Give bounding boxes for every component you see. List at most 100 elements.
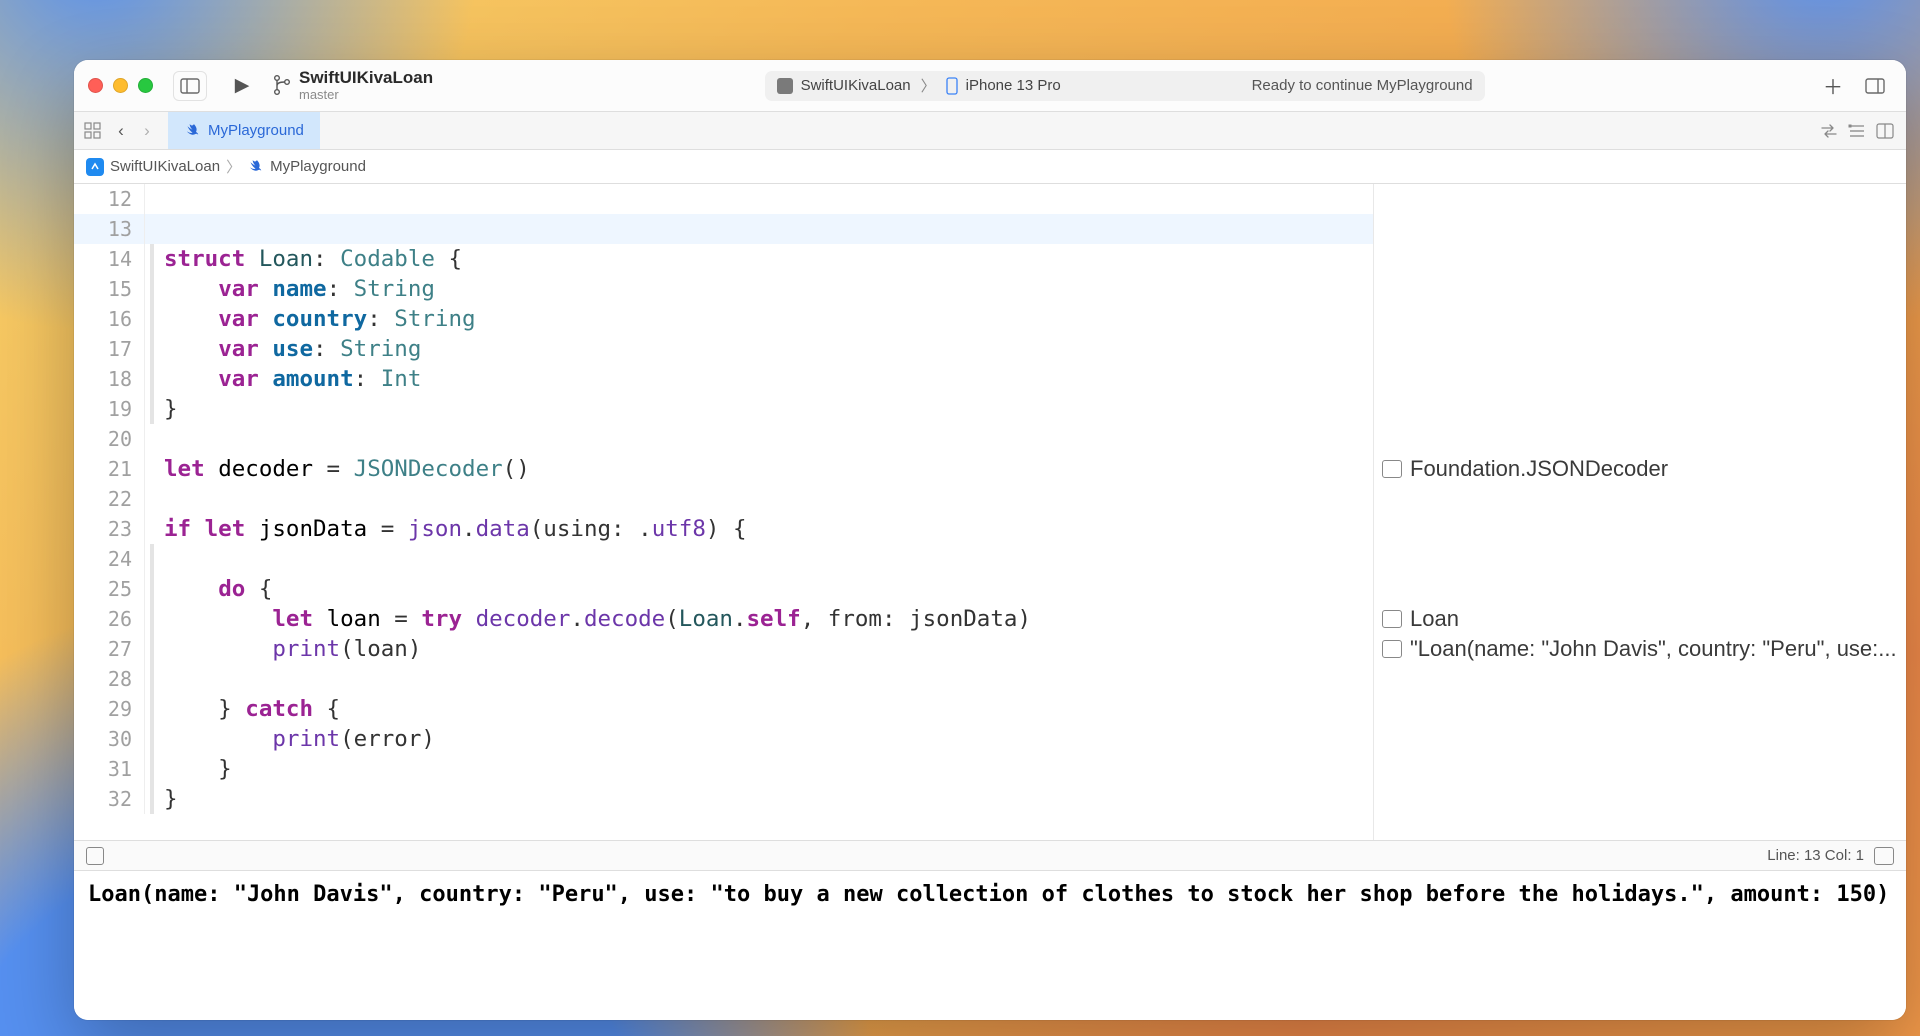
fold-ribbon[interactable]	[144, 214, 154, 244]
fold-ribbon[interactable]	[144, 724, 154, 754]
related-items-button[interactable]	[84, 122, 106, 139]
code-line[interactable]: 32}	[74, 784, 1373, 814]
code-content[interactable]: print(error)	[164, 724, 435, 754]
result-text: Foundation.JSONDecoder	[1410, 456, 1898, 482]
chevron-right-icon: 〉	[921, 75, 936, 96]
nav-forward-button[interactable]: ›	[136, 121, 158, 141]
toggle-debug-button[interactable]	[86, 847, 104, 865]
code-content[interactable]: if let jsonData = json.data(using: .utf8…	[164, 514, 747, 544]
line-number: 16	[74, 304, 144, 334]
crumb-1[interactable]: MyPlayground	[270, 158, 366, 175]
tab-bar: ‹ › MyPlayground	[74, 112, 1906, 150]
tab-myplayground[interactable]: MyPlayground	[168, 112, 320, 149]
quicklook-icon[interactable]	[1382, 640, 1402, 658]
fold-ribbon[interactable]	[144, 544, 154, 574]
code-content[interactable]: do {	[164, 574, 272, 604]
nav-back-button[interactable]: ‹	[110, 121, 132, 141]
code-line[interactable]: 22	[74, 484, 1373, 514]
fold-ribbon[interactable]	[144, 604, 154, 634]
code-line[interactable]: 27 print(loan)	[74, 634, 1373, 664]
titlebar: ▶ SwiftUIKivaLoan master SwiftUIKivaLoan…	[74, 60, 1906, 112]
fold-ribbon[interactable]	[144, 454, 154, 484]
code-line[interactable]: 19}	[74, 394, 1373, 424]
code-content[interactable]: var use: String	[164, 334, 421, 364]
code-line[interactable]: 28	[74, 664, 1373, 694]
quicklook-icon[interactable]	[1382, 460, 1402, 478]
toggle-variables-view-button[interactable]	[1874, 847, 1894, 865]
adjust-editor-options-button[interactable]	[1848, 123, 1866, 139]
code-line[interactable]: 21let decoder = JSONDecoder()	[74, 454, 1373, 484]
scheme-selector[interactable]: SwiftUIKivaLoan 〉 iPhone 13 Pro Ready to…	[765, 71, 1485, 101]
code-line[interactable]: 25 do {	[74, 574, 1373, 604]
toggle-inspectors-button[interactable]	[1858, 71, 1892, 101]
code-line[interactable]: 24	[74, 544, 1373, 574]
source-editor[interactable]: 121314struct Loan: Codable {15 var name:…	[74, 184, 1374, 840]
code-line[interactable]: 17 var use: String	[74, 334, 1373, 364]
code-content[interactable]: }	[164, 394, 178, 424]
code-content[interactable]: var name: String	[164, 274, 435, 304]
code-content[interactable]: }	[164, 784, 178, 814]
fold-ribbon[interactable]	[144, 664, 154, 694]
fold-ribbon[interactable]	[144, 334, 154, 364]
fold-ribbon[interactable]	[144, 304, 154, 334]
result-annotation[interactable]: Foundation.JSONDecoder	[1382, 454, 1898, 484]
code-content[interactable]: var country: String	[164, 304, 476, 334]
library-button[interactable]: ＋	[1816, 71, 1850, 101]
editor-area: 121314struct Loan: Codable {15 var name:…	[74, 184, 1906, 840]
fold-ribbon[interactable]	[144, 694, 154, 724]
code-content[interactable]: } catch {	[164, 694, 340, 724]
toggle-navigator-button[interactable]	[173, 71, 207, 101]
fold-ribbon[interactable]	[144, 424, 154, 454]
line-number: 26	[74, 604, 144, 634]
window-controls	[88, 78, 153, 93]
code-line[interactable]: 14struct Loan: Codable {	[74, 244, 1373, 274]
add-editor-button[interactable]	[1876, 123, 1894, 139]
console-output[interactable]: Loan(name: "John Davis", country: "Peru"…	[74, 870, 1906, 1020]
branch-name: master	[299, 88, 433, 103]
code-line[interactable]: 20	[74, 424, 1373, 454]
line-number: 27	[74, 634, 144, 664]
code-line[interactable]: 26 let loan = try decoder.decode(Loan.se…	[74, 604, 1373, 634]
quicklook-icon[interactable]	[1382, 610, 1402, 628]
code-content[interactable]: let decoder = JSONDecoder()	[164, 454, 530, 484]
fold-ribbon[interactable]	[144, 184, 154, 214]
fold-ribbon[interactable]	[144, 514, 154, 544]
fold-ribbon[interactable]	[144, 364, 154, 394]
code-line[interactable]: 29 } catch {	[74, 694, 1373, 724]
fold-ribbon[interactable]	[144, 394, 154, 424]
code-content[interactable]: }	[164, 754, 232, 784]
fold-ribbon[interactable]	[144, 574, 154, 604]
zoom-window-button[interactable]	[138, 78, 153, 93]
line-number: 13	[74, 214, 144, 244]
fold-ribbon[interactable]	[144, 274, 154, 304]
code-line[interactable]: 30 print(error)	[74, 724, 1373, 754]
crumb-0[interactable]: SwiftUIKivaLoan	[110, 158, 220, 175]
breadcrumb[interactable]: SwiftUIKivaLoan 〉 MyPlayground	[74, 150, 1906, 184]
result-annotation[interactable]: "Loan(name: "John Davis", country: "Peru…	[1382, 634, 1898, 664]
close-window-button[interactable]	[88, 78, 103, 93]
fold-ribbon[interactable]	[144, 754, 154, 784]
refresh-button[interactable]	[1820, 123, 1838, 139]
code-line[interactable]: 12	[74, 184, 1373, 214]
run-button[interactable]: ▶	[225, 71, 259, 101]
code-content[interactable]: let loan = try decoder.decode(Loan.self,…	[164, 604, 1031, 634]
code-content[interactable]: print(loan)	[164, 634, 421, 664]
line-number: 31	[74, 754, 144, 784]
code-line[interactable]: 23if let jsonData = json.data(using: .ut…	[74, 514, 1373, 544]
fold-ribbon[interactable]	[144, 484, 154, 514]
code-line[interactable]: 18 var amount: Int	[74, 364, 1373, 394]
result-annotation[interactable]: Loan	[1382, 604, 1898, 634]
code-content[interactable]: var amount: Int	[164, 364, 421, 394]
line-number: 30	[74, 724, 144, 754]
fold-ribbon[interactable]	[144, 634, 154, 664]
code-content[interactable]: struct Loan: Codable {	[164, 244, 462, 274]
fold-ribbon[interactable]	[144, 244, 154, 274]
activity-viewer: SwiftUIKivaLoan 〉 iPhone 13 Pro Ready to…	[443, 71, 1806, 101]
code-line[interactable]: 31 }	[74, 754, 1373, 784]
fold-ribbon[interactable]	[144, 784, 154, 814]
code-line[interactable]: 13	[74, 214, 1373, 244]
code-line[interactable]: 15 var name: String	[74, 274, 1373, 304]
code-line[interactable]: 16 var country: String	[74, 304, 1373, 334]
scheme-project-cluster[interactable]: SwiftUIKivaLoan master	[273, 68, 433, 102]
minimize-window-button[interactable]	[113, 78, 128, 93]
